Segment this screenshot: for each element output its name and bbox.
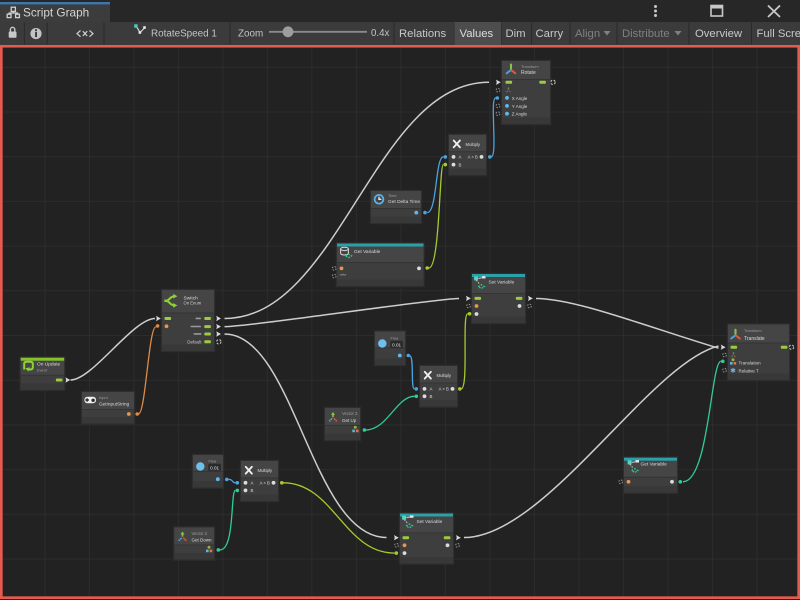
svg-text:0.01: 0.01 bbox=[210, 466, 219, 471]
svg-text:A: A bbox=[251, 481, 254, 486]
svg-text:Get Variable: Get Variable bbox=[354, 249, 381, 255]
svg-text:Multiply: Multiply bbox=[258, 468, 273, 473]
svg-text:Event: Event bbox=[37, 367, 48, 372]
svg-text:Full Scre: Full Scre bbox=[757, 28, 800, 40]
svg-text:0.01: 0.01 bbox=[392, 343, 401, 348]
svg-text:A: A bbox=[430, 387, 433, 392]
svg-text:Overview: Overview bbox=[695, 28, 743, 40]
svg-text:Set Variable: Set Variable bbox=[489, 280, 515, 286]
svg-text:Get Delta Time: Get Delta Time bbox=[388, 199, 420, 205]
svg-text:RotateSpeed 1: RotateSpeed 1 bbox=[151, 29, 217, 40]
svg-text:Time: Time bbox=[388, 193, 397, 198]
svg-text:Script Graph: Script Graph bbox=[23, 6, 89, 20]
svg-text:Input: Input bbox=[99, 395, 109, 400]
svg-text:A × B: A × B bbox=[468, 155, 478, 160]
svg-text:Multiply: Multiply bbox=[466, 142, 481, 147]
svg-text:Dim: Dim bbox=[506, 28, 526, 40]
svg-text:Zoom: Zoom bbox=[238, 29, 263, 40]
svg-text:Y Angle: Y Angle bbox=[512, 104, 528, 109]
svg-text:B: B bbox=[251, 488, 254, 493]
svg-text:X Angle: X Angle bbox=[512, 96, 528, 101]
svg-text:Align: Align bbox=[575, 28, 600, 40]
svg-text:Get Down: Get Down bbox=[192, 537, 213, 542]
svg-text:Floa: Floa bbox=[209, 459, 217, 464]
svg-text:Relative T: Relative T bbox=[739, 368, 759, 373]
svg-text:Z Angle: Z Angle bbox=[512, 112, 528, 117]
svg-text:Default: Default bbox=[187, 340, 202, 345]
svg-text:Carry: Carry bbox=[536, 28, 564, 40]
svg-text:Vector 3: Vector 3 bbox=[192, 531, 208, 536]
svg-text:A × B: A × B bbox=[439, 387, 449, 392]
svg-text:Get Variable: Get Variable bbox=[641, 462, 668, 468]
svg-text:On Enum: On Enum bbox=[184, 300, 202, 305]
svg-text:Floa: Floa bbox=[391, 336, 399, 341]
svg-text:Vector 3: Vector 3 bbox=[342, 411, 358, 416]
svg-text:0.4x: 0.4x bbox=[371, 28, 389, 39]
svg-text:A: A bbox=[459, 155, 462, 160]
svg-text:Distribute: Distribute bbox=[622, 28, 670, 40]
svg-text:Translate: Translate bbox=[744, 336, 765, 342]
svg-text:Multiply: Multiply bbox=[437, 373, 452, 378]
svg-text:Transform: Transform bbox=[744, 328, 762, 333]
svg-text:Translation: Translation bbox=[739, 361, 762, 366]
svg-text:Relations: Relations bbox=[399, 28, 446, 40]
svg-text:B: B bbox=[459, 162, 462, 167]
svg-text:A × B: A × B bbox=[260, 481, 270, 486]
svg-text:B: B bbox=[430, 394, 433, 399]
svg-text:Get Up: Get Up bbox=[342, 418, 357, 423]
svg-text:Rotate: Rotate bbox=[521, 70, 536, 76]
svg-text:Transform: Transform bbox=[521, 64, 539, 69]
svg-text:GetInputString: GetInputString bbox=[99, 401, 130, 406]
svg-text:Set Variable: Set Variable bbox=[417, 519, 443, 525]
svg-text:Values: Values bbox=[460, 28, 494, 40]
